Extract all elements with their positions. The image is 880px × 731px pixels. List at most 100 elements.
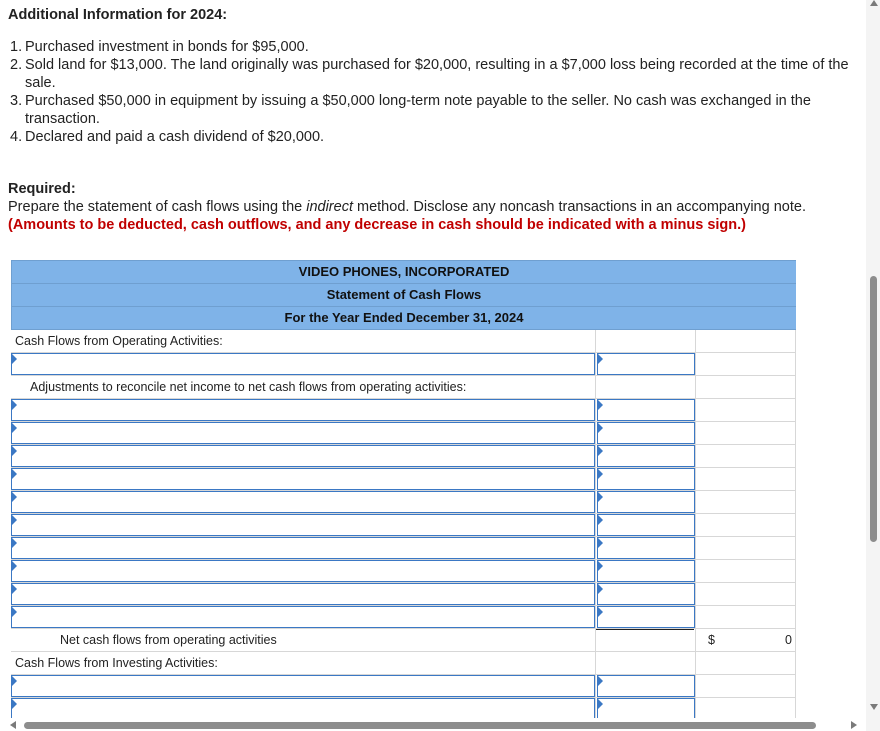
- scroll-down-icon[interactable]: [870, 704, 878, 710]
- amount-input[interactable]: [597, 422, 695, 444]
- scroll-up-icon[interactable]: [870, 0, 878, 6]
- dropdown-marker-icon: [598, 538, 603, 548]
- required-text-part: method. Disclose any noncash transaction…: [352, 199, 806, 215]
- input-row: [11, 422, 796, 445]
- input-row: [11, 675, 796, 698]
- operating-heading: Cash Flows from Operating Activities:: [15, 334, 223, 348]
- account-select[interactable]: [11, 583, 595, 605]
- required-text: Prepare the statement of cash flows usin…: [8, 198, 858, 234]
- account-select[interactable]: [11, 468, 595, 490]
- adjustments-heading: Adjustments to reconcile net income to n…: [30, 380, 467, 394]
- required-text-part: Prepare the statement of cash flows usin…: [8, 199, 307, 215]
- account-select[interactable]: [11, 445, 595, 467]
- dropdown-marker-icon: [598, 607, 603, 617]
- dropdown-marker-icon: [598, 699, 603, 709]
- info-list: 1. Purchased investment in bonds for $95,…: [8, 38, 864, 146]
- currency-symbol: $: [708, 633, 715, 647]
- dropdown-marker-icon: [598, 584, 603, 594]
- input-row: [11, 583, 796, 606]
- amount-input[interactable]: [597, 445, 695, 467]
- info-item: 4. Declared and paid a cash dividend of $…: [8, 128, 864, 146]
- amount-input[interactable]: [597, 399, 695, 421]
- additional-info-title: Additional Information for 2024:: [8, 7, 228, 23]
- scroll-left-icon[interactable]: [10, 721, 16, 729]
- required-red-note: (Amounts to be deducted, cash outflows, …: [8, 217, 747, 233]
- item-number: 2.: [10, 57, 23, 73]
- vertical-scroll-thumb[interactable]: [870, 276, 877, 542]
- investing-heading: Cash Flows from Investing Activities:: [15, 656, 218, 670]
- amount-input[interactable]: [597, 353, 695, 375]
- amount-input[interactable]: [597, 537, 695, 559]
- company-name: VIDEO PHONES, INCORPORATED: [11, 260, 796, 284]
- input-row: [11, 537, 796, 560]
- input-row: [11, 514, 796, 537]
- dropdown-marker-icon: [12, 538, 17, 548]
- statement-title: Statement of Cash Flows: [11, 283, 796, 307]
- info-item-text: Sold land for $13,000. The land original…: [25, 57, 849, 91]
- account-select[interactable]: [11, 514, 595, 536]
- amount-input[interactable]: [597, 468, 695, 490]
- input-row: [11, 698, 796, 718]
- dropdown-marker-icon: [12, 515, 17, 525]
- dropdown-marker-icon: [12, 446, 17, 456]
- info-item-text: Declared and paid a cash dividend of $20…: [25, 129, 325, 145]
- dropdown-marker-icon: [598, 469, 603, 479]
- dropdown-marker-icon: [12, 561, 17, 571]
- statement-period: For the Year Ended December 31, 2024: [11, 306, 796, 330]
- dropdown-marker-icon: [12, 469, 17, 479]
- dropdown-marker-icon: [598, 561, 603, 571]
- info-item: 3. Purchased $50,000 in equipment by issu…: [8, 92, 864, 128]
- account-select[interactable]: [11, 606, 595, 628]
- account-select[interactable]: [11, 422, 595, 444]
- account-select[interactable]: [11, 675, 595, 697]
- account-select[interactable]: [11, 399, 595, 421]
- account-select[interactable]: [11, 698, 595, 718]
- amount-input[interactable]: [597, 675, 695, 697]
- required-title: Required:: [8, 181, 76, 197]
- amount-input[interactable]: [597, 514, 695, 536]
- account-select[interactable]: [11, 537, 595, 559]
- dropdown-marker-icon: [12, 354, 17, 364]
- dropdown-marker-icon: [598, 492, 603, 502]
- required-text-italic: indirect: [306, 199, 353, 215]
- horizontal-scroll-thumb[interactable]: [24, 722, 816, 729]
- item-number: 1.: [10, 39, 23, 55]
- amount-input[interactable]: [597, 606, 695, 628]
- dropdown-marker-icon: [598, 400, 603, 410]
- vertical-scrollbar[interactable]: [866, 0, 880, 731]
- operating-heading-row: Cash Flows from Operating Activities:: [11, 330, 796, 353]
- amount-input[interactable]: [597, 491, 695, 513]
- item-number: 3.: [10, 93, 23, 109]
- cash-flow-statement: VIDEO PHONES, INCORPORATED Statement of …: [11, 260, 796, 718]
- dropdown-marker-icon: [12, 584, 17, 594]
- dropdown-marker-icon: [12, 400, 17, 410]
- account-select[interactable]: [11, 353, 595, 375]
- dropdown-marker-icon: [598, 446, 603, 456]
- info-item: 2. Sold land for $13,000. The land origin…: [8, 56, 864, 92]
- net-operating-row: Net cash flows from operating activities…: [11, 629, 796, 652]
- dropdown-marker-icon: [598, 423, 603, 433]
- input-row: [11, 491, 796, 514]
- input-row: [11, 468, 796, 491]
- input-row: [11, 606, 796, 629]
- investing-heading-row: Cash Flows from Investing Activities:: [11, 652, 796, 675]
- account-select[interactable]: [11, 491, 595, 513]
- dropdown-marker-icon: [12, 699, 17, 709]
- amount-input[interactable]: [597, 560, 695, 582]
- amount-input[interactable]: [597, 583, 695, 605]
- dropdown-marker-icon: [598, 676, 603, 686]
- account-select[interactable]: [11, 560, 595, 582]
- info-item-text: Purchased $50,000 in equipment by issuin…: [25, 93, 811, 127]
- dropdown-marker-icon: [598, 515, 603, 525]
- input-row: [11, 399, 796, 422]
- total-rule: [596, 629, 694, 652]
- scroll-right-icon[interactable]: [851, 721, 857, 729]
- info-item-text: Purchased investment in bonds for $95,00…: [25, 39, 309, 55]
- horizontal-scrollbar[interactable]: [0, 719, 866, 731]
- dropdown-marker-icon: [12, 492, 17, 502]
- info-item: 1. Purchased investment in bonds for $95,…: [8, 38, 864, 56]
- input-row: [11, 353, 796, 376]
- item-number: 4.: [10, 129, 23, 145]
- dropdown-marker-icon: [12, 607, 17, 617]
- amount-input[interactable]: [597, 698, 695, 718]
